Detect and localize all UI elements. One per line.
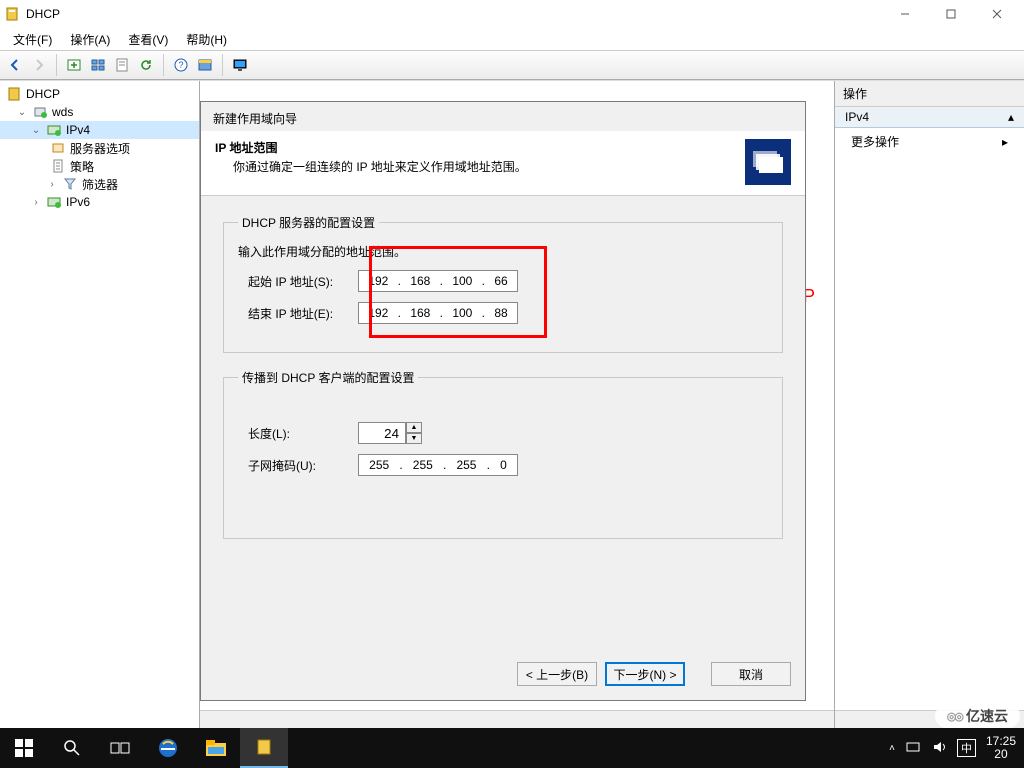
nav-tree[interactable]: DHCP ⌄ wds ⌄ IPv4 服务器选项 策略 › <box>0 81 200 728</box>
search-icon[interactable] <box>48 728 96 768</box>
instruction-text: 输入此作用域分配的地址范围。 <box>238 243 768 260</box>
tray-volume-icon[interactable] <box>931 739 947 758</box>
add-icon[interactable] <box>63 54 85 76</box>
refresh-icon[interactable] <box>135 54 157 76</box>
end-ip-input[interactable]: 192. 168. 100. 88 <box>358 302 518 324</box>
start-ip-input[interactable]: 192. 168. 100. 66 <box>358 270 518 292</box>
tree-ipv4[interactable]: ⌄ IPv4 <box>0 121 199 139</box>
wizard-icon[interactable] <box>194 54 216 76</box>
properties-icon[interactable] <box>111 54 133 76</box>
actions-section-ipv4[interactable]: IPv4 ▴ <box>835 107 1024 128</box>
ipv4-icon <box>46 122 62 138</box>
close-button[interactable] <box>974 0 1020 28</box>
chevron-right-icon: ▸ <box>1002 135 1008 149</box>
back-button[interactable]: < 上一步(B) <box>517 662 597 686</box>
taskbar[interactable]: ˄ 中 17:25 20 <box>0 728 1024 768</box>
collapse-icon[interactable]: ⌄ <box>30 125 42 136</box>
svg-text:?: ? <box>178 60 183 70</box>
wizard-header-title: 新建作用域向导 <box>201 102 805 131</box>
cancel-button[interactable]: 取消 <box>711 662 791 686</box>
length-label: 长度(L): <box>248 425 358 442</box>
subnet-mask-input[interactable]: 255. 255. 255. 0 <box>358 454 518 476</box>
dhcp-taskbar-icon[interactable] <box>240 728 288 768</box>
monitor-icon[interactable] <box>229 54 251 76</box>
tree-server[interactable]: ⌄ wds <box>0 103 199 121</box>
help-icon[interactable]: ? <box>170 54 192 76</box>
menu-action[interactable]: 操作(A) <box>61 29 119 50</box>
end-ip-label: 结束 IP 地址(E): <box>248 305 358 322</box>
filters-icon <box>62 176 78 192</box>
tray-ime[interactable]: 中 <box>957 739 976 757</box>
tree-ipv6[interactable]: › IPv6 <box>0 193 199 211</box>
nav-forward-icon <box>28 54 50 76</box>
new-scope-wizard: 新建作用域向导 IP 地址范围 你通过确定一组连续的 IP 地址来定义作用域地址… <box>200 101 806 701</box>
spin-up-icon[interactable]: ▲ <box>406 422 422 433</box>
window-title: DHCP <box>26 7 882 21</box>
expand-icon[interactable]: › <box>30 197 42 208</box>
actions-more[interactable]: 更多操作 ▸ <box>835 128 1024 155</box>
view-list-icon[interactable] <box>87 54 109 76</box>
minimize-button[interactable] <box>882 0 928 28</box>
file-explorer-icon[interactable] <box>192 728 240 768</box>
actions-header: 操作 <box>835 81 1024 107</box>
ipv6-icon <box>46 194 62 210</box>
server-options-icon <box>50 140 66 156</box>
spin-down-icon[interactable]: ▼ <box>406 433 422 444</box>
tray-chevron-up-icon[interactable]: ˄ <box>889 743 895 754</box>
tree-root-dhcp[interactable]: DHCP <box>0 85 199 103</box>
server-icon <box>32 104 48 120</box>
menu-view[interactable]: 查看(V) <box>119 29 177 50</box>
next-button[interactable]: 下一步(N) > <box>605 662 685 686</box>
menu-help[interactable]: 帮助(H) <box>177 29 236 50</box>
server-settings-group: DHCP 服务器的配置设置 输入此作用域分配的地址范围。 起始 IP 地址(S)… <box>223 214 783 353</box>
ie-icon[interactable] <box>144 728 192 768</box>
start-button[interactable] <box>0 728 48 768</box>
task-view-icon[interactable] <box>96 728 144 768</box>
dhcp-app-icon <box>4 6 20 22</box>
main-scrollbar[interactable] <box>200 710 834 728</box>
section-up-icon[interactable]: ▴ <box>1008 110 1014 124</box>
tree-server-options[interactable]: 服务器选项 <box>0 139 199 157</box>
wizard-subheading: 你通过确定一组连续的 IP 地址来定义作用域地址范围。 <box>215 158 745 175</box>
menu-file[interactable]: 文件(F) <box>4 29 61 50</box>
nav-back-icon[interactable] <box>4 54 26 76</box>
length-spinner[interactable]: ▲ ▼ <box>358 422 422 444</box>
client-settings-group: 传播到 DHCP 客户端的配置设置 长度(L): ▲ ▼ <box>223 369 783 539</box>
dhcp-icon <box>6 86 22 102</box>
maximize-button[interactable] <box>928 0 974 28</box>
tray-network-icon[interactable] <box>905 739 921 758</box>
mask-label: 子网掩码(U): <box>248 457 358 474</box>
tray-clock[interactable]: 17:25 20 <box>986 735 1016 761</box>
policies-icon <box>50 158 66 174</box>
wizard-banner-icon <box>745 139 791 185</box>
expand-icon[interactable]: › <box>46 179 58 190</box>
collapse-icon[interactable]: ⌄ <box>16 107 28 118</box>
start-ip-label: 起始 IP 地址(S): <box>248 273 358 290</box>
tree-policies[interactable]: 策略 <box>0 157 199 175</box>
wizard-heading: IP 地址范围 <box>215 139 745 156</box>
watermark: ◎◎亿速云 <box>935 704 1020 728</box>
tree-filters[interactable]: › 筛选器 <box>0 175 199 193</box>
